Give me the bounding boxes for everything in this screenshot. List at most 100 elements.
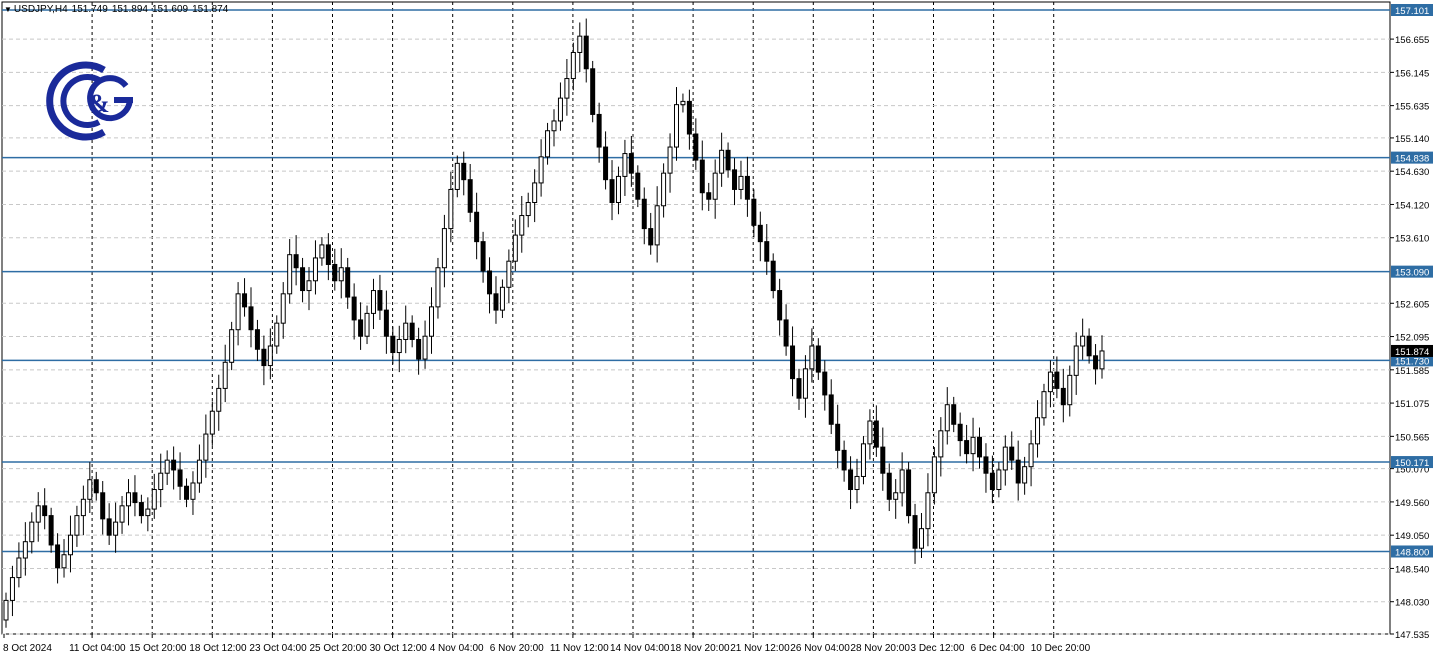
candle-body xyxy=(641,198,647,230)
candle-body xyxy=(790,345,796,380)
candle-body xyxy=(525,201,531,217)
candle-body xyxy=(1047,371,1053,393)
candle-body xyxy=(48,515,54,546)
plot-frame xyxy=(1,1,1391,635)
candle-body xyxy=(964,440,970,455)
candle-body xyxy=(564,78,570,99)
candle-body xyxy=(164,459,170,474)
candle-body xyxy=(138,502,144,517)
candle-body xyxy=(583,35,589,70)
dropdown-triangle-icon[interactable]: ▼ xyxy=(4,5,12,14)
candle-body xyxy=(390,335,396,354)
time-tick-label: 15 Oct 20:00 xyxy=(129,643,187,654)
price-tick-label: 150.565 xyxy=(1395,432,1429,443)
candle-body xyxy=(106,518,112,536)
price-tick-label: 154.630 xyxy=(1395,167,1429,178)
candle-body xyxy=(448,188,454,230)
level-label: 150.171 xyxy=(1395,458,1429,469)
candle-body xyxy=(628,153,634,174)
candle-body xyxy=(151,489,157,510)
price-chart[interactable]: 156.655 156.145 155.635 155.140 154.630 154.1… xyxy=(0,0,1438,661)
candle-body xyxy=(893,492,899,500)
candle-body xyxy=(332,263,338,282)
candle-body xyxy=(409,322,415,340)
current-price-label: 151.874 xyxy=(1395,347,1429,358)
candle-body xyxy=(983,456,989,474)
time-tick-label: 8 Oct 2024 xyxy=(3,643,52,654)
candle-body xyxy=(912,515,918,549)
candle-body xyxy=(1060,387,1066,406)
candle-body xyxy=(1093,355,1099,370)
level-label: 157.101 xyxy=(1395,6,1429,17)
candle-body xyxy=(35,505,41,523)
candle-body xyxy=(132,492,138,504)
candle-body xyxy=(706,192,712,200)
level-label: 151.730 xyxy=(1395,356,1429,367)
candle-body xyxy=(828,394,834,425)
candle-body xyxy=(113,521,119,536)
candle-body xyxy=(274,322,280,347)
candle-body xyxy=(261,348,267,367)
candle-body xyxy=(860,443,866,477)
candle-body xyxy=(551,120,557,132)
candle-body xyxy=(648,228,654,246)
candle-body xyxy=(377,290,383,311)
candle-body xyxy=(42,505,48,517)
candle-body xyxy=(667,146,673,174)
candle-body xyxy=(680,100,686,106)
candle-body xyxy=(725,149,731,171)
price-tick-label: 148.540 xyxy=(1395,564,1429,575)
candle-body xyxy=(744,175,750,200)
candle-body xyxy=(16,557,22,579)
candle-body xyxy=(287,254,293,295)
candle-body xyxy=(719,149,725,174)
candle-body xyxy=(67,534,73,556)
candle-body xyxy=(467,179,473,213)
candle-body xyxy=(203,433,209,461)
candle-body xyxy=(822,371,828,396)
price-tick-label: 147.535 xyxy=(1395,630,1429,641)
candle-body xyxy=(506,260,512,288)
candle-body xyxy=(319,244,325,259)
candle-body xyxy=(235,293,241,331)
candle-body xyxy=(1080,335,1086,347)
candle-body xyxy=(783,319,789,347)
price-tick-label: 155.635 xyxy=(1395,102,1429,113)
low-value: 151.609 xyxy=(151,4,189,15)
candle-body xyxy=(403,322,409,340)
candle-body xyxy=(61,554,67,569)
time-tick-label: 18 Oct 12:00 xyxy=(189,643,247,654)
candle-body xyxy=(635,172,641,200)
candle-body xyxy=(873,420,879,448)
candle-body xyxy=(835,423,841,451)
candle-body xyxy=(925,492,931,530)
candle-body xyxy=(906,469,912,517)
price-tick-label: 151.075 xyxy=(1395,399,1429,410)
close-value: 151.874 xyxy=(192,4,229,15)
price-tick-label: 152.095 xyxy=(1395,333,1429,344)
chart-header: ▼ USDJPY,H4 151.749 151.894 151.609 151.874 xyxy=(4,4,232,15)
candle-body xyxy=(487,270,493,295)
candle-body xyxy=(222,361,228,389)
time-tick-label: 14 Nov 04:00 xyxy=(610,643,670,654)
price-tick-label: 153.610 xyxy=(1395,234,1429,245)
candle-body xyxy=(80,498,86,517)
candle-body xyxy=(757,224,763,243)
candle-body xyxy=(119,505,125,523)
candle-body xyxy=(938,430,944,458)
candle-body xyxy=(615,175,621,203)
candle-body xyxy=(396,338,402,354)
candle-body xyxy=(3,599,9,621)
candle-body xyxy=(93,479,99,494)
time-axis: 8 Oct 2024 11 Oct 04:00 15 Oct 20:00 18 Oct… xyxy=(3,634,1091,654)
candle-body xyxy=(970,436,976,455)
candle-body xyxy=(493,293,499,311)
candle-body xyxy=(712,172,718,200)
candle-body xyxy=(538,156,544,184)
candle-body xyxy=(777,290,783,321)
candle-body xyxy=(74,515,80,536)
candle-body xyxy=(383,309,389,337)
level-label: 154.838 xyxy=(1395,154,1429,165)
candle-body xyxy=(441,228,447,269)
candle-body xyxy=(1041,391,1047,419)
